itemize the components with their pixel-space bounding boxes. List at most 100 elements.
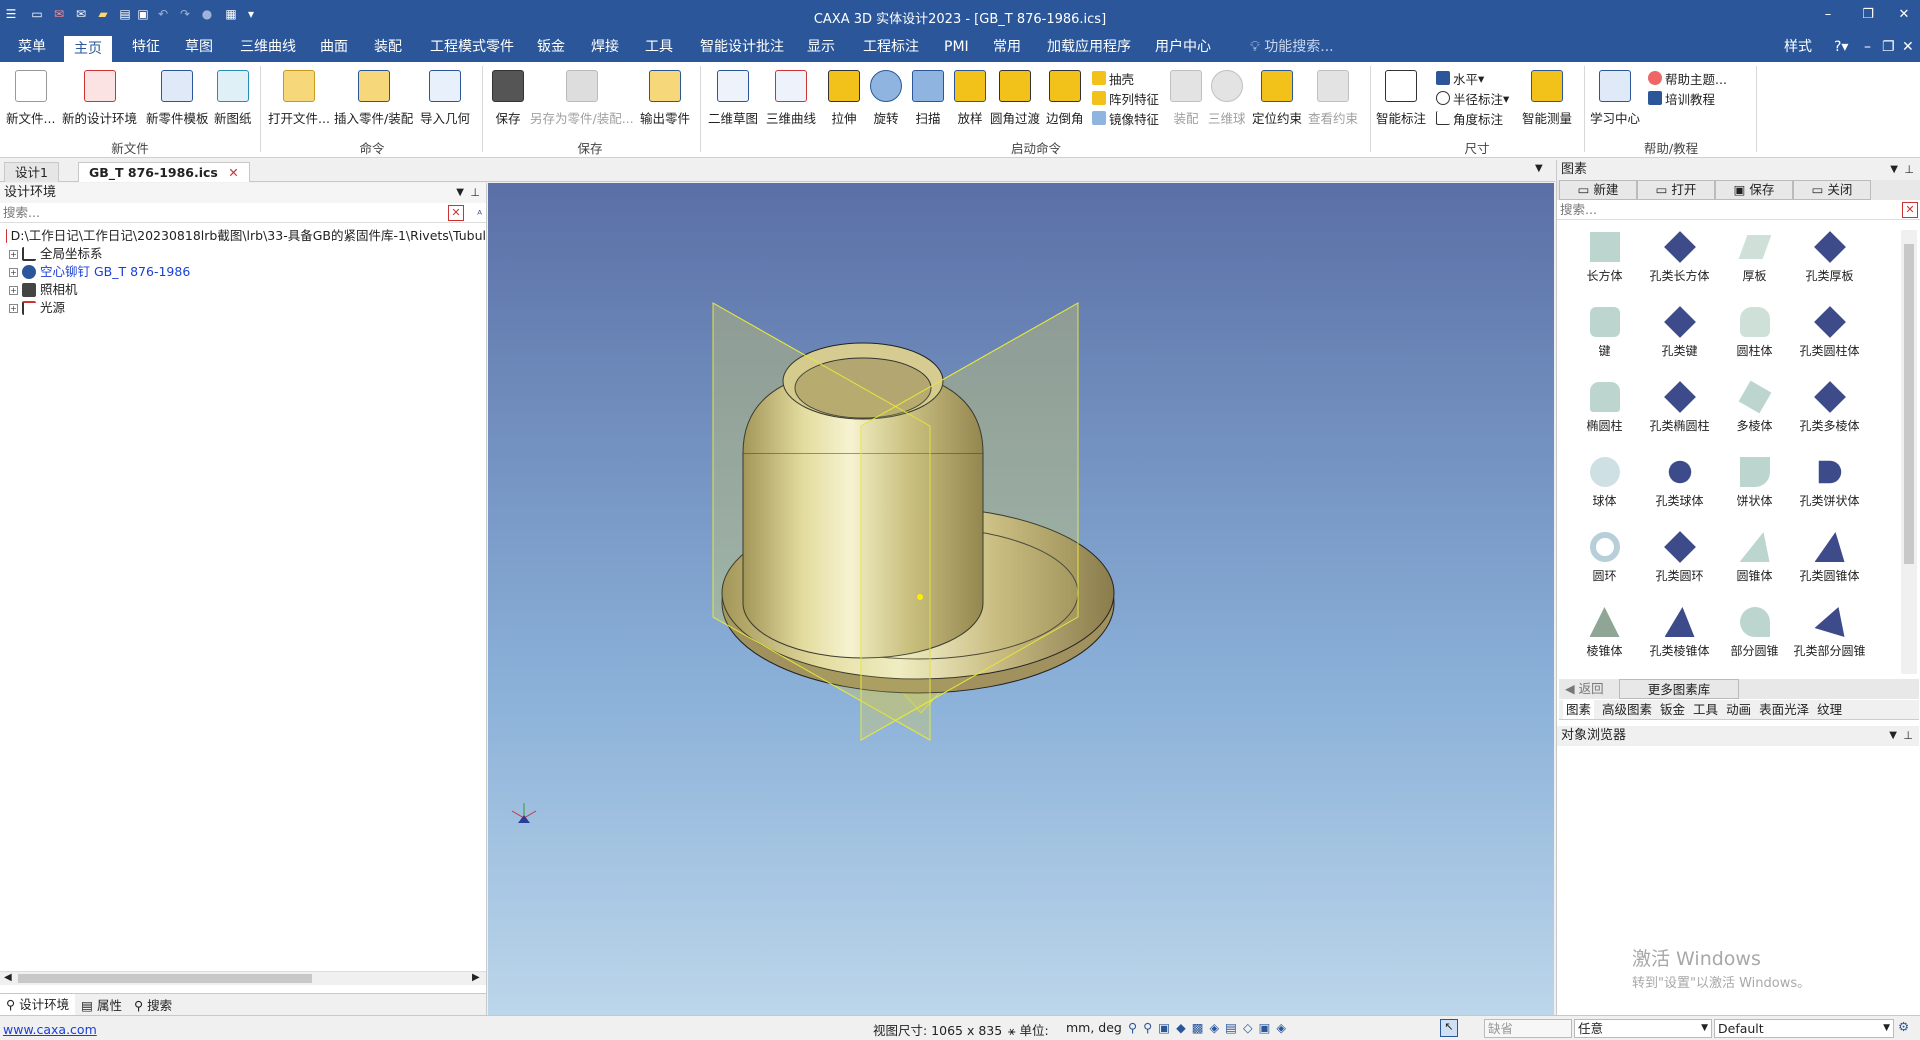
tabs-dropdown-icon[interactable]: ▼ (1535, 163, 1543, 174)
tree-item-rivet[interactable]: + 空心铆钉 GB_T 876-1986 (0, 263, 486, 281)
scroll-right-icon[interactable]: ▶ (472, 972, 480, 983)
catalog-item[interactable]: 孔类椭圆柱 (1642, 374, 1717, 449)
new-file-button[interactable]: 新文件... (6, 62, 55, 127)
catalog-item[interactable]: 孔类厚板 (1792, 224, 1867, 299)
caxa-link[interactable]: www.caxa.com (3, 1022, 97, 1037)
catalog-item[interactable]: 圆锥体 (1717, 524, 1792, 599)
loft-button[interactable]: 放样 (954, 62, 986, 127)
panel-dropdown-icon[interactable]: ▼ (1889, 726, 1897, 746)
tab-welding[interactable]: 焊接 (581, 32, 629, 62)
clear-search-icon[interactable]: ✕ (1902, 202, 1918, 218)
catalog-item[interactable]: 圆柱体 (1717, 299, 1792, 374)
help-icon[interactable]: ?▾ (1824, 32, 1858, 62)
tab-display[interactable]: 显示 (797, 32, 845, 62)
import-geometry-button[interactable]: 导入几何 (420, 62, 470, 127)
open-file-button[interactable]: 打开文件... (268, 62, 330, 127)
tree-root[interactable]: D:\工作日记\工作日记\20230818lrb截图\lrb\33-具备GB的紧… (0, 227, 486, 245)
catalog-item[interactable]: 孔类圆环 (1642, 524, 1717, 599)
catalog-item[interactable]: 孔类长方体 (1642, 224, 1717, 299)
tab-engineering-part[interactable]: 工程模式零件 (420, 32, 524, 62)
fillet-button[interactable]: 圆角过渡 (990, 62, 1040, 127)
horizontal-dim-button[interactable]: 水平 ▾ (1436, 68, 1509, 88)
tab-home[interactable]: 主页 (64, 36, 112, 62)
restore-icon[interactable]: ❐ (1852, 4, 1884, 26)
view-constraint-button[interactable]: 查看约束 (1308, 62, 1358, 127)
tab-sketch[interactable]: 草图 (175, 32, 223, 62)
pattern-button[interactable]: 阵列特征 (1092, 88, 1159, 108)
close-icon[interactable]: ✕ (1888, 4, 1920, 26)
scroll-thumb[interactable] (1904, 244, 1914, 564)
doc-tab-design1[interactable]: 设计1 (4, 162, 59, 182)
panel-dropdown-icon[interactable]: ▼ (1890, 160, 1898, 180)
tab-smart-annotation[interactable]: 智能设计批注 (690, 32, 794, 62)
position-constraint-button[interactable]: 定位约束 (1252, 62, 1302, 127)
assembly-button[interactable]: 装配 (1170, 62, 1202, 127)
catalog-item[interactable]: 圆环 (1567, 524, 1642, 599)
3d-curve-button[interactable]: 三维曲线 (766, 62, 816, 127)
tab-tools[interactable]: 工具 (1693, 700, 1718, 719)
catalog-item[interactable]: 椭圆柱 (1567, 374, 1642, 449)
new-design-env-button[interactable]: 新的设计环境 (62, 62, 137, 127)
tab-engineering-annotation[interactable]: 工程标注 (853, 32, 929, 62)
insert-part-button[interactable]: 插入零件/装配 (334, 62, 413, 127)
ribbon-close-icon[interactable]: ✕ (1898, 32, 1918, 62)
expand-icon[interactable]: + (9, 303, 18, 313)
catalog-search-input[interactable]: 搜索... ✕ (1557, 200, 1920, 220)
smart-measure-button[interactable]: 智能测量 (1522, 62, 1572, 127)
filter-field-2[interactable]: 任意 ▼ (1574, 1019, 1712, 1038)
tab-sheet-metal[interactable]: 钣金 (1660, 700, 1685, 719)
tab-common[interactable]: 常用 (983, 32, 1031, 62)
chamfer-button[interactable]: 边倒角 (1046, 62, 1084, 127)
catalog-item[interactable]: 孔类部分圆锥 (1792, 599, 1867, 674)
angle-dim-button[interactable]: 角度标注 (1436, 108, 1509, 128)
catalog-item[interactable]: 孔类键 (1642, 299, 1717, 374)
tab-menu[interactable]: 菜单 (8, 32, 56, 62)
tab-surface[interactable]: 曲面 (310, 32, 358, 62)
catalog-item[interactable]: 孔类棱锥体 (1642, 599, 1717, 674)
save-button[interactable]: 保存 (492, 62, 524, 127)
horizontal-scrollbar[interactable]: ◀ ▶ (0, 971, 486, 985)
scroll-thumb[interactable] (18, 974, 312, 983)
clear-search-icon[interactable]: ✕ (448, 205, 464, 221)
expand-icon[interactable]: + (9, 267, 18, 277)
tab-texture[interactable]: 纹理 (1817, 700, 1842, 719)
catalog-item[interactable]: 棱锥体 (1567, 599, 1642, 674)
expand-icon[interactable]: + (9, 249, 18, 259)
catalog-item[interactable]: 键 (1567, 299, 1642, 374)
learning-center-button[interactable]: 学习中心 (1590, 62, 1640, 127)
tab-properties[interactable]: ▤ 属性 (75, 995, 128, 1014)
3d-viewport[interactable] (488, 183, 1554, 1015)
mirror-button[interactable]: 镜像特征 (1092, 108, 1159, 128)
tab-user-center[interactable]: 用户中心 (1145, 32, 1221, 62)
gallery-scrollbar[interactable] (1901, 230, 1917, 674)
minimize-icon[interactable]: – (1812, 4, 1844, 26)
catalog-item[interactable]: 孔类圆柱体 (1792, 299, 1867, 374)
sweep-button[interactable]: 扫描 (912, 62, 944, 127)
open-catalog-button[interactable]: ▭ 打开 (1637, 180, 1715, 200)
help-topics-button[interactable]: 帮助主题... (1648, 68, 1727, 88)
new-drawing-button[interactable]: 新图纸 (214, 62, 252, 127)
ribbon-minimize-icon[interactable]: – (1860, 32, 1875, 62)
pin-icon[interactable]: ⊥ (1903, 726, 1913, 746)
catalog-item[interactable]: 多棱体 (1717, 374, 1792, 449)
style-menu[interactable]: 样式 (1774, 32, 1822, 62)
catalog-item[interactable]: 孔类球体 (1642, 449, 1717, 524)
tree-item-global-coords[interactable]: + 全局坐标系 (0, 245, 486, 263)
catalog-item[interactable]: 饼状体 (1717, 449, 1792, 524)
tab-assembly[interactable]: 装配 (364, 32, 412, 62)
revolve-button[interactable]: 旋转 (870, 62, 902, 127)
panel-dropdown-icon[interactable]: ▼ (456, 183, 464, 203)
catalog-item[interactable]: 部分圆锥 (1717, 599, 1792, 674)
tab-search[interactable]: ⚲ 搜索 (128, 995, 178, 1014)
new-part-template-button[interactable]: 新零件模板 (146, 62, 209, 127)
smart-dimension-button[interactable]: 智能标注 (1376, 62, 1426, 127)
tab-sheet-metal[interactable]: 钣金 (527, 32, 575, 62)
catalog-item[interactable]: 长方体 (1567, 224, 1642, 299)
extrude-button[interactable]: 拉伸 (828, 62, 860, 127)
tab-design-env[interactable]: ⚲ 设计环境 (0, 994, 76, 1015)
catalog-item[interactable]: 厚板 (1717, 224, 1792, 299)
doc-tab-gbt876[interactable]: GB_T 876-1986.ics ✕ (78, 162, 250, 182)
tree-item-light[interactable]: + 光源 (0, 299, 486, 317)
triball-button[interactable]: 三维球 (1208, 62, 1246, 127)
new-catalog-button[interactable]: ▭ 新建 (1559, 180, 1637, 200)
